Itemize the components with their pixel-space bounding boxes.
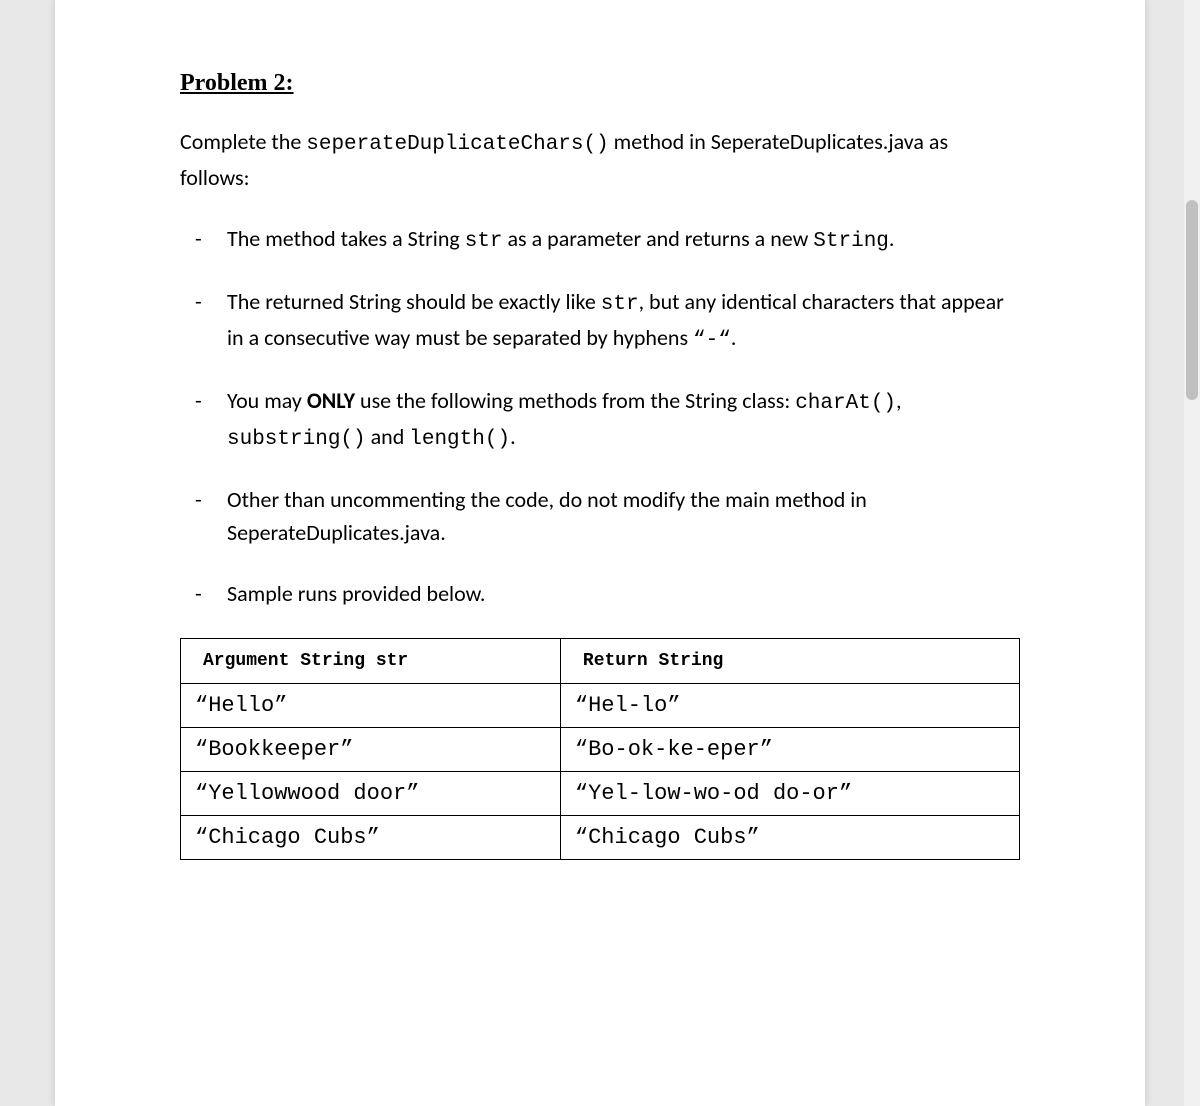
scrollbar-track[interactable] [1184,0,1200,1106]
bullet-list: The method takes a String str as a param… [180,222,1020,611]
bullet-item: The returned String should be exactly li… [195,285,1020,356]
bullet-text-part: charAt() [795,392,896,415]
table-cell: “Chicago Cubs” [560,816,1019,860]
table-cell: “Hello” [181,684,561,728]
intro-method: seperateDuplicateChars() [306,133,608,156]
intro-pre: Complete the [180,128,306,155]
table-row: “Yellowwood door”“Yel-low-wo-od do-or” [181,772,1020,816]
bullet-text-part: You may [227,387,307,414]
intro-paragraph: Complete the seperateDuplicateChars() me… [180,125,1020,194]
table-cell: “Chicago Cubs” [181,816,561,860]
bullet-text-part: Sample runs provided below. [227,580,485,607]
table-row: “Chicago Cubs”“Chicago Cubs” [181,816,1020,860]
bullet-item: Other than uncommenting the code, do not… [195,483,1020,549]
bullet-text-part: The returned String should be exactly li… [227,288,601,315]
table-header-arg: Argument String str [181,639,561,684]
table-cell: “Hel-lo” [560,684,1019,728]
scrollbar-thumb[interactable] [1186,200,1198,400]
bullet-text-part: The method takes a String [227,225,465,252]
bullet-text-part: “-“ [693,329,731,352]
bullet-text-part: . [731,324,737,351]
bullet-text-part: str [601,293,639,316]
bullet-text-part: and [366,423,410,450]
document-page: Problem 2: Complete the seperateDuplicat… [55,0,1145,1106]
bullet-text-part: ONLY [307,387,355,414]
table-row: “Bookkeeper”“Bo-ok-ke-eper” [181,728,1020,772]
sample-table: Argument String str Return String “Hello… [180,638,1020,860]
bullet-text-part: str [465,230,503,253]
bullet-item: The method takes a String str as a param… [195,222,1020,258]
bullet-item: You may ONLY use the following methods f… [195,384,1020,455]
bullet-text-part: Other than uncommenting the code, do not… [227,486,867,546]
table-row: “Hello”“Hel-lo” [181,684,1020,728]
bullet-text-part: . [510,423,516,450]
table-cell: “Yellowwood door” [181,772,561,816]
bullet-text-part: , [896,387,902,414]
bullet-text-part: String [813,230,889,253]
bullet-text-part: substring() [227,428,366,451]
bullet-text-part: use the following methods from the Strin… [355,387,795,414]
table-header-row: Argument String str Return String [181,639,1020,684]
problem-title: Problem 2: [180,70,1020,97]
table-cell: “Bo-ok-ke-eper” [560,728,1019,772]
bullet-text-part: . [889,225,895,252]
table-cell: “Bookkeeper” [181,728,561,772]
bullet-text-part: length() [409,428,510,451]
bullet-text-part: as a parameter and returns a new [503,225,814,252]
table-body: “Hello”“Hel-lo”“Bookkeeper”“Bo-ok-ke-epe… [181,684,1020,860]
bullet-item: Sample runs provided below. [195,577,1020,610]
table-cell: “Yel-low-wo-od do-or” [560,772,1019,816]
table-header-ret: Return String [560,639,1019,684]
